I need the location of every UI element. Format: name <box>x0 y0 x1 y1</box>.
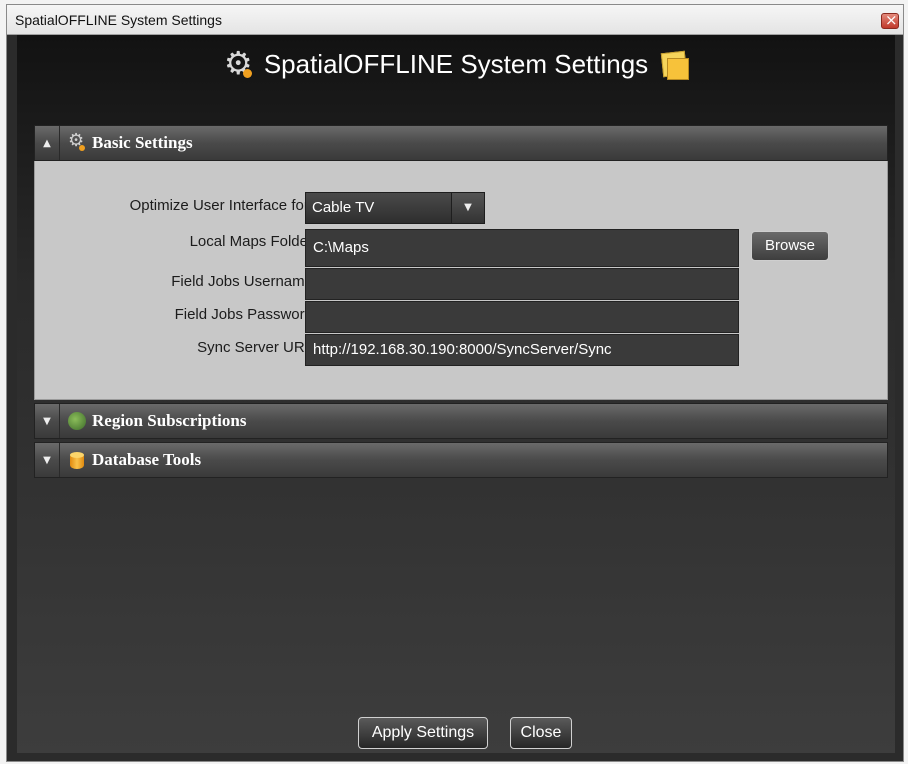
apply-settings-button[interactable]: Apply Settings <box>358 717 488 749</box>
expand-down-icon[interactable]: ▼ <box>35 404 60 438</box>
maps-folder-input[interactable]: C:\Maps <box>305 229 739 267</box>
optimize-ui-select[interactable]: Cable TV ▼ <box>305 192 485 224</box>
globe-icon <box>68 412 86 430</box>
settings-window: SpatialOFFLINE System Settings SpatialOF… <box>6 4 904 762</box>
sync-url-label: Sync Server URL <box>197 339 313 356</box>
collapse-up-icon[interactable]: ▲ <box>35 126 60 160</box>
username-label: Field Jobs Username <box>171 273 313 290</box>
window-close-button[interactable] <box>881 11 899 29</box>
password-label: Field Jobs Password <box>174 306 313 323</box>
database-tools-header[interactable]: ▼ Database Tools <box>34 442 888 478</box>
page-header: SpatialOFFLINE System Settings <box>17 44 895 89</box>
sticky-notes-icon <box>658 50 690 80</box>
database-tools-title: Database Tools <box>92 450 202 469</box>
username-input[interactable] <box>305 268 739 300</box>
title-bar: SpatialOFFLINE System Settings <box>7 5 903 35</box>
password-input[interactable] <box>305 301 739 333</box>
database-icon <box>68 451 86 469</box>
basic-settings-header[interactable]: ▲ Basic Settings <box>34 125 888 161</box>
optimize-ui-value: Cable TV <box>312 199 375 216</box>
maps-folder-label: Local Maps Folder <box>189 233 313 250</box>
chevron-down-icon[interactable]: ▼ <box>451 193 484 223</box>
gear-icon <box>224 44 254 82</box>
basic-settings-panel: ▲ Basic Settings Optimize User Interface… <box>34 125 888 400</box>
database-tools-panel: ▼ Database Tools <box>34 442 888 478</box>
sync-url-input[interactable]: http://192.168.30.190:8000/SyncServer/Sy… <box>305 334 739 366</box>
basic-settings-body: Optimize User Interface for: Cable TV ▼ … <box>34 161 888 400</box>
region-subscriptions-title: Region Subscriptions <box>92 411 247 430</box>
window-title: SpatialOFFLINE System Settings <box>15 12 222 28</box>
basic-settings-title: Basic Settings <box>92 133 193 152</box>
close-button[interactable]: Close <box>510 717 572 749</box>
browse-button[interactable]: Browse <box>751 231 829 261</box>
region-subscriptions-panel: ▼ Region Subscriptions <box>34 403 888 439</box>
region-subscriptions-header[interactable]: ▼ Region Subscriptions <box>34 403 888 439</box>
optimize-ui-label: Optimize User Interface for: <box>129 197 313 214</box>
page-title: SpatialOFFLINE System Settings <box>263 49 649 79</box>
client-area: SpatialOFFLINE System Settings ▲ Basic S… <box>17 35 895 753</box>
gear-icon <box>68 130 86 152</box>
expand-down-icon[interactable]: ▼ <box>35 443 60 477</box>
